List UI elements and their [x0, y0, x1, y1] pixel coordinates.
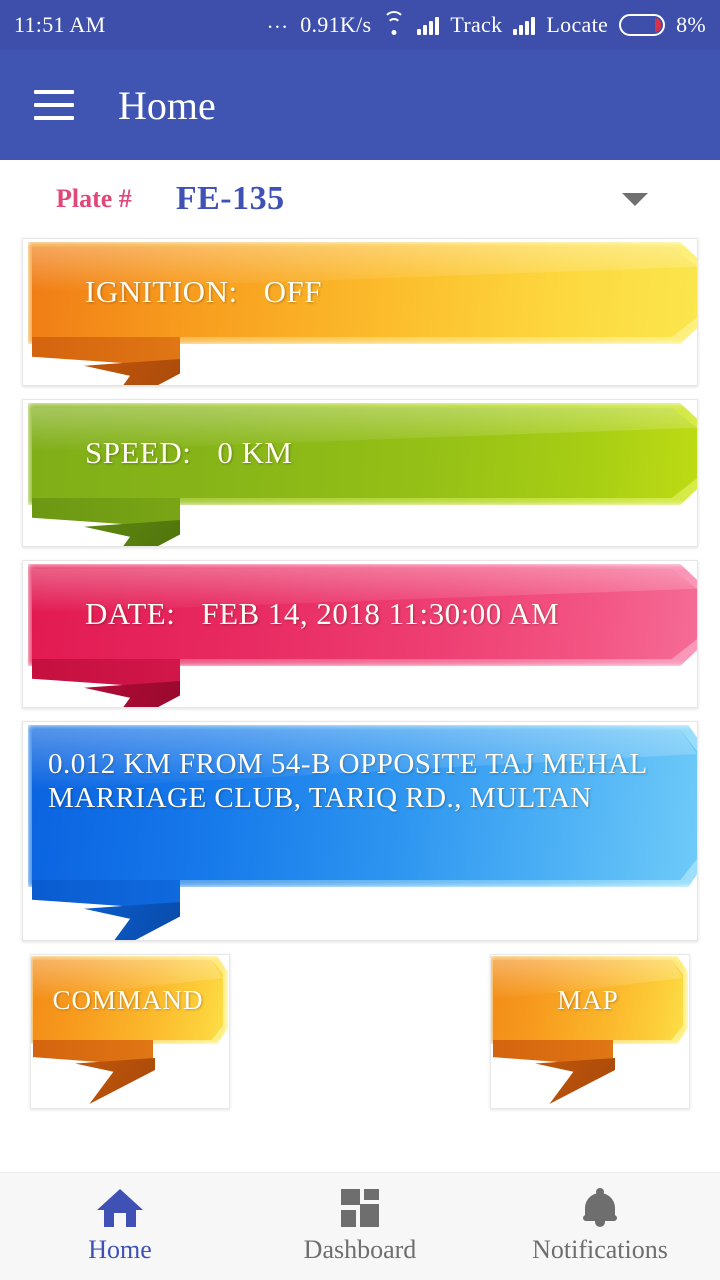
plate-selector[interactable]: Plate # FE-135: [0, 160, 720, 238]
plate-label: Plate #: [56, 184, 132, 213]
wifi-icon: [382, 11, 406, 35]
ignition-label: IGNITION:: [85, 274, 238, 309]
command-button[interactable]: COMMAND: [30, 954, 230, 1109]
ribbon-body: IGNITION: OFF: [32, 247, 697, 337]
sim1-signal-icon: [417, 15, 440, 35]
chevron-down-icon[interactable]: [622, 192, 648, 206]
command-button-label: COMMAND: [52, 984, 204, 1015]
nav-item-dashboard[interactable]: Dashboard: [240, 1188, 480, 1265]
ribbon-body: SPEED: 0 KM: [32, 408, 697, 498]
hamburger-menu-icon[interactable]: [34, 90, 74, 120]
home-icon: [97, 1188, 143, 1228]
ribbon-tail: [32, 659, 232, 707]
nav-label-home: Home: [88, 1235, 152, 1264]
speed-value: 0 KM: [217, 435, 293, 470]
date-value: FEB 14, 2018 11:30:00 AM: [201, 596, 560, 631]
location-card: 0.012 KM FROM 54-B OPPOSITE TAJ MEHAL MA…: [22, 721, 698, 941]
location-value: 0.012 KM FROM 54-B OPPOSITE TAJ MEHAL MA…: [48, 748, 647, 814]
date-card: DATE: FEB 14, 2018 11:30:00 AM: [22, 560, 698, 708]
bell-icon: [583, 1188, 617, 1228]
overflow-dots-icon: ...: [267, 8, 290, 33]
nav-label-notifications: Notifications: [532, 1235, 668, 1264]
ribbon-tail: [32, 337, 232, 385]
carrier1-label: Track: [450, 12, 503, 37]
network-speed-text: 0.91K/s: [300, 12, 372, 37]
speed-card: SPEED: 0 KM: [22, 399, 698, 547]
nav-item-notifications[interactable]: Notifications: [480, 1188, 720, 1265]
ribbon-tail: [32, 498, 232, 546]
ribbon-tail: [32, 880, 232, 940]
button-ribbon: COMMAND: [33, 960, 223, 1040]
ribbon-body: DATE: FEB 14, 2018 11:30:00 AM: [32, 569, 697, 659]
status-bar: 11:51 AM ... 0.91K/s Track Locate 8%: [0, 0, 720, 50]
ignition-value: OFF: [263, 274, 322, 309]
button-tail: [33, 1040, 193, 1104]
bottom-navigation-bar: Home Dashboard Notifications: [0, 1172, 720, 1280]
status-bar-indicators: ... 0.91K/s Track Locate 8%: [267, 8, 706, 38]
speed-text: SPEED: 0 KM: [85, 435, 293, 471]
nav-label-dashboard: Dashboard: [303, 1235, 417, 1264]
battery-percent-label: 8%: [676, 12, 706, 37]
date-label: DATE:: [85, 596, 176, 631]
carrier2-label: Locate: [546, 12, 609, 37]
battery-icon: [619, 14, 666, 36]
speed-label: SPEED:: [85, 435, 192, 470]
action-button-row: COMMAND MAP: [30, 954, 690, 1112]
ignition-card: IGNITION: OFF: [22, 238, 698, 386]
date-text: DATE: FEB 14, 2018 11:30:00 AM: [85, 596, 559, 632]
map-button-label: MAP: [557, 984, 619, 1015]
button-tail: [493, 1040, 653, 1104]
app-bar: Home: [0, 50, 720, 160]
nav-item-home[interactable]: Home: [0, 1188, 240, 1265]
status-bar-clock: 11:51 AM: [14, 12, 106, 37]
map-button[interactable]: MAP: [490, 954, 690, 1109]
plate-value: FE-135: [175, 180, 285, 217]
sim2-signal-icon: [513, 15, 536, 35]
button-ribbon: MAP: [493, 960, 683, 1040]
page-title: Home: [118, 82, 216, 128]
main-content: Plate # FE-135 IGNITION: OFF SPEED: 0 KM…: [0, 160, 720, 1280]
ignition-text: IGNITION: OFF: [85, 274, 322, 310]
ribbon-body: 0.012 KM FROM 54-B OPPOSITE TAJ MEHAL MA…: [32, 730, 697, 880]
grid-icon: [341, 1188, 379, 1228]
